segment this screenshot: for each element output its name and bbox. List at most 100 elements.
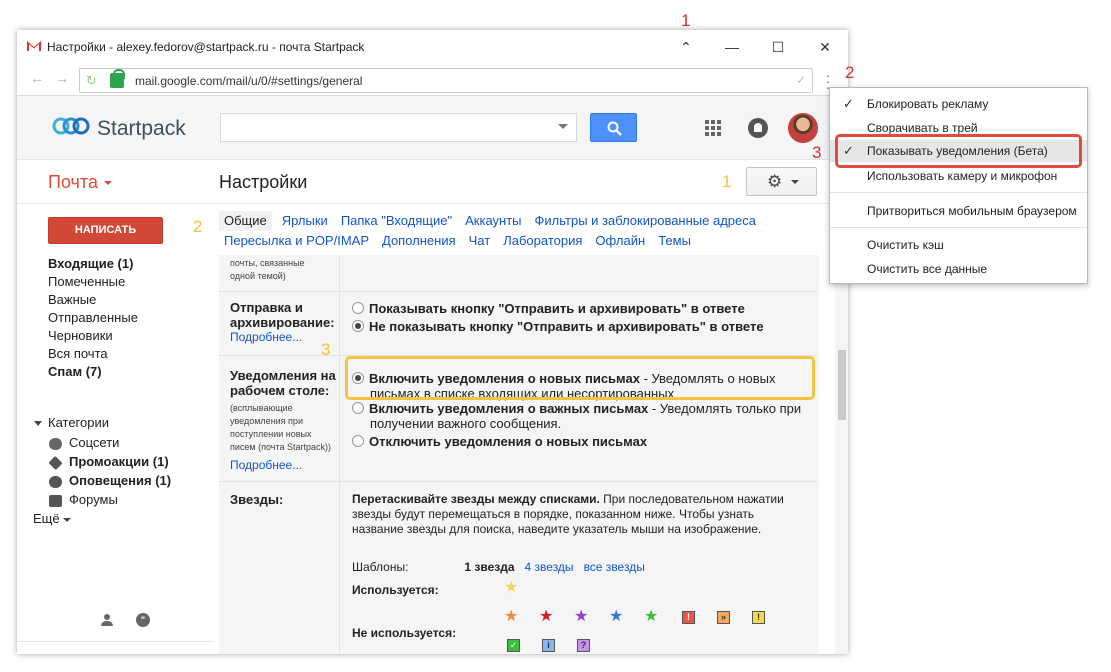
- template-all-stars[interactable]: все звезды: [584, 560, 645, 574]
- tab-row1-0[interactable]: Общие: [219, 211, 272, 231]
- settings-tabs: Общие Ярлыки Папка "Входящие" Аккаунты Фильт…: [219, 211, 819, 251]
- tab-row1-3[interactable]: Аккаунты: [465, 211, 521, 231]
- avatar[interactable]: [788, 113, 818, 143]
- collapse-icon[interactable]: ⌃: [675, 37, 697, 57]
- template-1-star[interactable]: 1 звезда: [464, 560, 514, 574]
- search-input[interactable]: [220, 113, 577, 142]
- send-archive-option-show[interactable]: Показывать кнопку "Отправить и архивиров…: [352, 301, 745, 316]
- contacts-icon[interactable]: [101, 614, 113, 626]
- menu-item-clear-all-data[interactable]: Очистить все данные: [830, 258, 1087, 280]
- stars-description: Перетаскивайте звезды между списками. Пр…: [352, 492, 784, 536]
- annotation-yellow-1: 1: [722, 172, 732, 191]
- forward-icon[interactable]: →: [55, 70, 69, 86]
- search-options-icon[interactable]: [558, 124, 568, 129]
- back-icon[interactable]: ←: [30, 70, 44, 86]
- menu-item-block-ads[interactable]: ✓ Блокировать рекламу: [830, 93, 1087, 115]
- purple-question-icon[interactable]: ?: [577, 639, 590, 652]
- yellow-bang-icon[interactable]: !: [752, 611, 765, 624]
- browser-window: Настройки - alexey.fedorov@startpack.ru …: [17, 30, 848, 654]
- send-archive-option-hide[interactable]: Не показывать кнопку "Отправить и архиви…: [352, 319, 764, 334]
- orange-guillemet-icon[interactable]: »: [717, 611, 730, 624]
- tab-row1-2[interactable]: Папка "Входящие": [341, 211, 452, 231]
- unused-stars-label: Не используется:: [352, 626, 457, 640]
- notify-important-option[interactable]: Включить уведомления о важных письмах - …: [352, 401, 801, 416]
- menu-item-clear-cache[interactable]: Очистить кэш: [830, 234, 1087, 256]
- window-title: Настройки - alexey.fedorov@startpack.ru …: [47, 40, 365, 54]
- category-label: Форумы: [69, 492, 118, 507]
- desktop-notifications-more-link[interactable]: Подробнее...: [230, 458, 302, 472]
- sidebar-item-inbox[interactable]: Входящие (1): [48, 255, 138, 273]
- tag-icon: [48, 455, 63, 470]
- purple-star-icon[interactable]: ★: [574, 609, 588, 625]
- blue-info-icon[interactable]: i: [542, 639, 555, 652]
- sidebar-item-sent[interactable]: Отправленные: [48, 309, 138, 327]
- blue-star-icon[interactable]: ★: [609, 609, 623, 625]
- orange-star-icon[interactable]: ★: [504, 609, 518, 625]
- desktop-notifications-note: (всплывающие уведомления при поступлении…: [230, 403, 331, 452]
- settings-button[interactable]: ⚙: [746, 167, 817, 196]
- yellow-star-icon[interactable]: ★: [504, 580, 518, 596]
- maximize-icon[interactable]: ☐: [767, 37, 789, 57]
- radio-button[interactable]: [352, 402, 364, 414]
- stars-label: Звезды:: [230, 492, 284, 507]
- category-list: Соцсети Промоакции (1) Оповещения (1) Фо…: [33, 433, 171, 528]
- tab-row2-5[interactable]: Темы: [658, 231, 691, 251]
- more-label: Ещё: [33, 511, 60, 526]
- sidebar-item-important[interactable]: Важные: [48, 291, 138, 309]
- sidebar-item-all-mail[interactable]: Вся почта: [48, 345, 138, 363]
- highlight-show-notifications: [835, 134, 1082, 168]
- notifications-icon[interactable]: [748, 118, 768, 138]
- red-bang-icon[interactable]: !: [682, 611, 695, 624]
- tab-row2-4[interactable]: Офлайн: [595, 231, 645, 251]
- url-text: mail.google.com/mail/u/0/#settings/gener…: [135, 74, 363, 88]
- category-updates[interactable]: Оповещения (1): [49, 471, 171, 490]
- browser-menu-dropdown: ✓ Блокировать рекламу Сворачивать в трей …: [829, 87, 1088, 284]
- sidebar: НАПИСАТЬ Входящие (1) Помеченные Важные …: [17, 204, 213, 654]
- chevron-down-icon: [791, 180, 799, 184]
- send-archive-more-link[interactable]: Подробнее...: [230, 330, 302, 344]
- reload-icon[interactable]: ↻: [86, 73, 97, 89]
- category-promotions[interactable]: Промоакции (1): [48, 452, 171, 471]
- red-star-icon[interactable]: ★: [539, 609, 553, 625]
- notify-off-option[interactable]: Отключить уведомления о новых письмах: [352, 434, 647, 449]
- annotation-red-1: 1: [681, 11, 691, 30]
- template-4-stars[interactable]: 4 звезды: [525, 560, 574, 574]
- menu-separator: [830, 227, 1087, 228]
- gear-icon: ⚙: [767, 172, 783, 191]
- title-bar: Настройки - alexey.fedorov@startpack.ru …: [17, 30, 848, 64]
- folder-list: Входящие (1) Помеченные Важные Отправлен…: [48, 255, 138, 381]
- partial-note: почты, связанные одной темой): [230, 258, 305, 281]
- checkmark-icon: ✓: [843, 96, 854, 111]
- url-field[interactable]: ↻ mail.google.com/mail/u/0/#settings/gen…: [79, 68, 813, 93]
- green-star-icon[interactable]: ★: [644, 609, 658, 625]
- sidebar-item-spam[interactable]: Спам (7): [48, 363, 138, 381]
- mail-menu[interactable]: Почта: [48, 172, 112, 193]
- sidebar-item-starred[interactable]: Помеченные: [48, 273, 138, 291]
- category-forums[interactable]: Форумы: [49, 490, 171, 509]
- settings-content: почты, связанные одной темой) Отправка и…: [219, 255, 819, 654]
- category-social[interactable]: Соцсети: [49, 433, 171, 452]
- green-check-icon[interactable]: ✓: [507, 639, 520, 652]
- tab-row2-0[interactable]: Пересылка и POP/IMAP: [224, 231, 369, 251]
- compose-button[interactable]: НАПИСАТЬ: [48, 217, 163, 244]
- category-label: Промоакции (1): [69, 454, 169, 469]
- search-button[interactable]: [590, 113, 637, 142]
- radio-button[interactable]: [352, 435, 364, 447]
- menu-item-camera-mic[interactable]: Использовать камеру и микрофон: [830, 165, 1087, 187]
- tab-row2-2[interactable]: Чат: [469, 231, 491, 251]
- sidebar-item-drafts[interactable]: Черновики: [48, 327, 138, 345]
- categories-toggle[interactable]: Категории: [34, 415, 109, 430]
- menu-item-mobile-browser[interactable]: Притвориться мобильным браузером: [830, 200, 1087, 222]
- radio-button[interactable]: [352, 320, 364, 332]
- scrollbar-thumb[interactable]: [838, 350, 846, 420]
- tab-row1-4[interactable]: Фильтры и заблокированные адреса: [535, 211, 756, 231]
- apps-grid-icon[interactable]: [705, 120, 721, 136]
- hangouts-icon[interactable]: ": [136, 613, 150, 627]
- tab-row2-3[interactable]: Лаборатория: [503, 231, 582, 251]
- tab-row1-1[interactable]: Ярлыки: [282, 211, 328, 231]
- radio-button[interactable]: [352, 302, 364, 314]
- tab-row2-1[interactable]: Дополнения: [382, 231, 456, 251]
- more-link[interactable]: Ещё: [33, 509, 171, 528]
- minimize-icon[interactable]: —: [721, 37, 743, 57]
- close-icon[interactable]: ✕: [814, 37, 836, 57]
